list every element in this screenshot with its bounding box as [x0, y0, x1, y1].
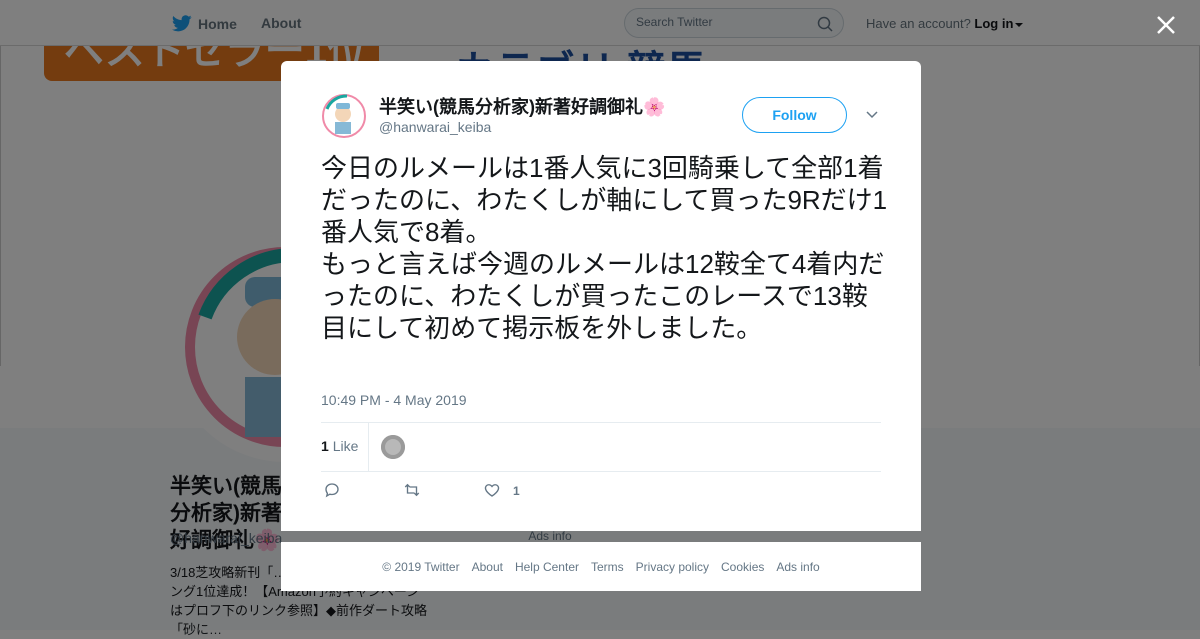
close-icon[interactable] [1153, 12, 1179, 38]
tweet-timestamp[interactable]: 10:49 PM - 4 May 2019 [321, 392, 467, 408]
tweet-text: 今日のルメールは1番人気に3回騎乗して全部1着だったのに、わたくしが軸にして買っ… [321, 153, 888, 343]
likes-stat[interactable]: 1 Like [321, 438, 358, 454]
tweet-modal: 半笑い(競馬分析家)新著好調御礼🌸 @hanwarai_keiba Follow… [281, 61, 921, 531]
reply-icon [325, 483, 339, 498]
modal-footer: © 2019 Twitter About Help Center Terms P… [281, 542, 921, 591]
footer-link-cookies[interactable]: Cookies [721, 560, 764, 574]
reply-button[interactable] [323, 481, 341, 501]
stats-divider [368, 423, 369, 471]
footer-copyright: © 2019 Twitter [382, 559, 460, 574]
footer-link-help-center[interactable]: Help Center [515, 560, 579, 574]
user-avatar-icon [381, 435, 405, 459]
tweet-actions: 1 [321, 481, 881, 501]
footer-link-about[interactable]: About [472, 560, 503, 574]
liker-avatar[interactable] [381, 435, 405, 459]
heart-icon [484, 484, 500, 497]
like-action-count: 1 [513, 484, 520, 498]
tweet-stats: 1 Like [321, 422, 881, 472]
footer-link-privacy[interactable]: Privacy policy [636, 560, 709, 574]
footer-link-ads-info[interactable]: Ads info [776, 560, 819, 574]
winner-logo-icon [322, 94, 366, 138]
like-button[interactable]: 1 [483, 481, 543, 501]
follow-button[interactable]: Follow [742, 97, 847, 133]
footer-link-terms[interactable]: Terms [591, 560, 624, 574]
chevron-down-icon[interactable] [865, 108, 879, 122]
likes-count: 1 [321, 438, 329, 454]
author-name[interactable]: 半笑い(競馬分析家)新著好調御礼🌸 [379, 93, 665, 119]
likes-label: Like [332, 438, 359, 454]
retweet-button[interactable] [403, 481, 421, 501]
retweet-icon [404, 483, 420, 497]
author-avatar[interactable] [321, 93, 367, 139]
author-handle[interactable]: @hanwarai_keiba [379, 119, 491, 135]
